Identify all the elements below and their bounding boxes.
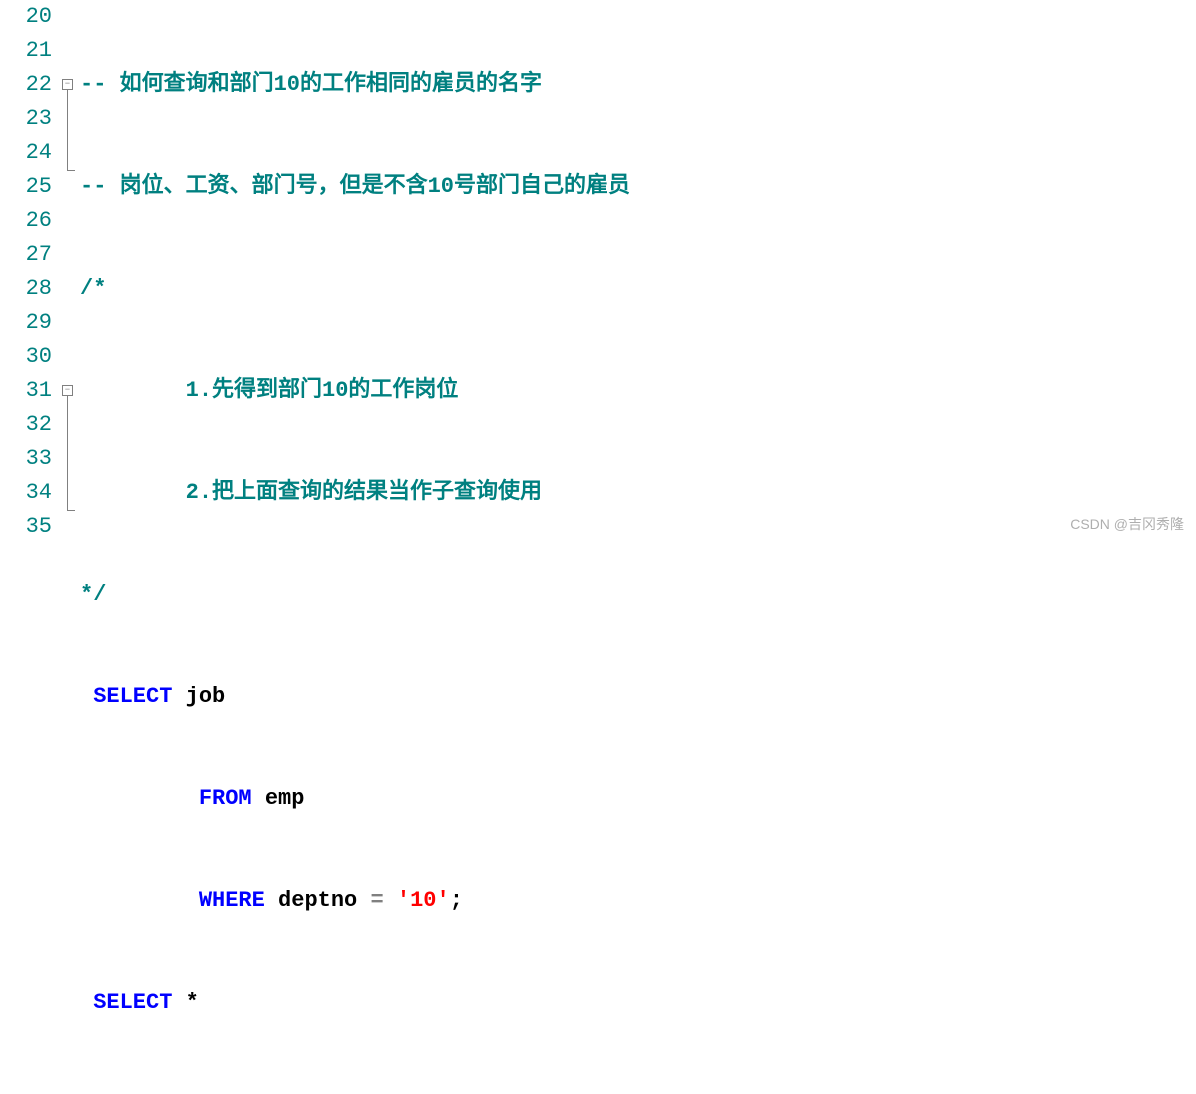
line-number: 20 — [0, 0, 52, 34]
code-line[interactable]: -- 如何查询和部门10的工作相同的雇员的名字 — [80, 68, 1196, 102]
block-comment-body: 1.先得到部门10的工作岗位 — [80, 378, 458, 403]
fold-guide-line — [67, 90, 68, 170]
code-line[interactable]: 1.先得到部门10的工作岗位 — [80, 374, 1196, 408]
string-literal: '10' — [397, 888, 450, 913]
line-number: 28 — [0, 272, 52, 306]
code-editor[interactable]: 20 21 22 23 24 25 26 27 28 29 30 31 32 3… — [0, 0, 1196, 1094]
code-line[interactable]: SELECT * — [80, 986, 1196, 1020]
line-number: 23 — [0, 102, 52, 136]
comment: -- 如何查询和部门10的工作相同的雇员的名字 — [80, 72, 542, 97]
line-number: 33 — [0, 442, 52, 476]
line-number: 34 — [0, 476, 52, 510]
line-number: 32 — [0, 408, 52, 442]
keyword-select: SELECT — [93, 990, 172, 1015]
block-comment-body: 2.把上面查询的结果当作子查询使用 — [80, 480, 542, 505]
keyword-from: FROM — [199, 786, 252, 811]
watermark: CSDN @吉冈秀隆 — [1070, 507, 1184, 541]
fold-toggle-icon[interactable]: − — [62, 385, 73, 396]
fold-guide-end — [67, 170, 75, 171]
identifier: emp — [252, 786, 305, 811]
line-number: 22 — [0, 68, 52, 102]
line-number: 21 — [0, 34, 52, 68]
line-number: 29 — [0, 306, 52, 340]
block-comment-open: /* — [80, 276, 106, 301]
identifier: job — [172, 684, 225, 709]
line-number-gutter: 20 21 22 23 24 25 26 27 28 29 30 31 32 3… — [0, 0, 60, 1094]
operator-equals: = — [370, 888, 383, 913]
code-line[interactable]: -- 岗位、工资、部门号，但是不含10号部门自己的雇员 — [80, 170, 1196, 204]
line-number: 31 — [0, 374, 52, 408]
code-line[interactable]: WHERE deptno = '10'; — [80, 884, 1196, 918]
fold-guide-line — [67, 396, 68, 510]
line-number: 25 — [0, 170, 52, 204]
line-number: 35 — [0, 510, 52, 544]
semicolon: ; — [450, 888, 463, 913]
comment: -- 岗位、工资、部门号，但是不含10号部门自己的雇员 — [80, 174, 630, 199]
code-line[interactable]: */ — [80, 578, 1196, 612]
fold-column: − − — [60, 0, 80, 1094]
line-number: 26 — [0, 204, 52, 238]
line-number: 24 — [0, 136, 52, 170]
line-number: 30 — [0, 340, 52, 374]
identifier: deptno — [265, 888, 371, 913]
code-line[interactable]: FROM emp — [80, 1088, 1196, 1094]
identifier: emp — [252, 1092, 305, 1094]
keyword-where: WHERE — [199, 888, 265, 913]
keyword-select: SELECT — [93, 684, 172, 709]
fold-guide-end — [67, 510, 75, 511]
fold-toggle-icon[interactable]: − — [62, 79, 73, 90]
block-comment-close: */ — [80, 582, 106, 607]
code-line[interactable]: SELECT job — [80, 680, 1196, 714]
code-area[interactable]: -- 如何查询和部门10的工作相同的雇员的名字 -- 岗位、工资、部门号，但是不… — [80, 0, 1196, 1094]
code-line[interactable]: 2.把上面查询的结果当作子查询使用 — [80, 476, 1196, 510]
code-line[interactable]: FROM emp — [80, 782, 1196, 816]
code-line[interactable]: /* — [80, 272, 1196, 306]
line-number: 27 — [0, 238, 52, 272]
keyword-from: FROM — [199, 1092, 252, 1094]
star: * — [172, 990, 198, 1015]
